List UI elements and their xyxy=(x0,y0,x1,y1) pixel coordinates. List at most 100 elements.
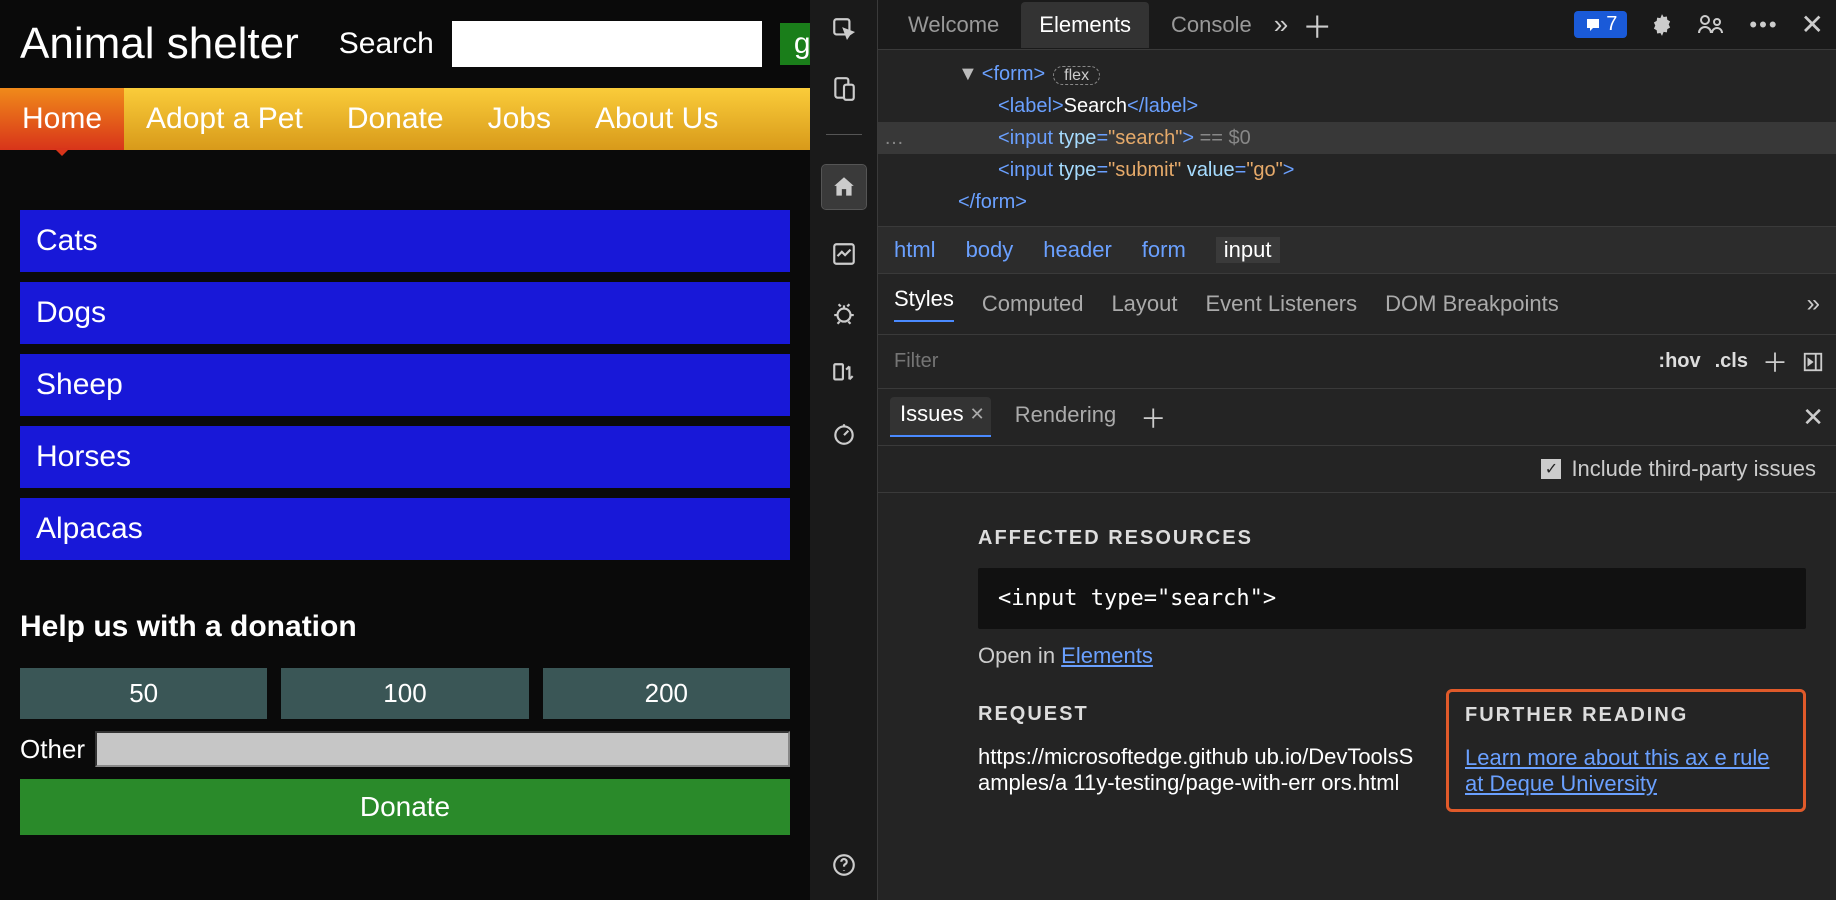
bug-icon[interactable] xyxy=(829,299,859,329)
help-icon[interactable] xyxy=(829,850,859,880)
issue-details: AFFECTED RESOURCES <input type="search">… xyxy=(878,493,1836,832)
dom-node[interactable]: <label>Search</label> xyxy=(958,90,1836,122)
open-in-elements-link[interactable]: Elements xyxy=(1061,643,1153,668)
donation-amount-button[interactable]: 50 xyxy=(20,668,267,719)
nav-item-adopt[interactable]: Adopt a Pet xyxy=(124,88,325,150)
search-input[interactable] xyxy=(452,21,762,67)
drawer-tab-issues[interactable]: Issues ✕ xyxy=(890,397,991,437)
website-pane: Animal shelter Search go Home Adopt a Pe… xyxy=(0,0,810,900)
styles-filter-input[interactable] xyxy=(890,346,1644,377)
donate-button[interactable]: Donate xyxy=(20,779,790,835)
home-tool-icon[interactable] xyxy=(822,165,866,209)
crumb-form[interactable]: form xyxy=(1142,237,1186,263)
donation-amount-button[interactable]: 100 xyxy=(281,668,528,719)
tab-console[interactable]: Console xyxy=(1153,2,1270,48)
hov-toggle[interactable]: :hov xyxy=(1658,350,1700,373)
subtab-event-listeners[interactable]: Event Listeners xyxy=(1206,291,1358,317)
ellipsis-icon: … xyxy=(884,122,904,154)
subtab-layout[interactable]: Layout xyxy=(1111,291,1177,317)
further-reading-heading: FURTHER READING xyxy=(1465,704,1787,727)
more-tabs-icon[interactable]: » xyxy=(1274,9,1288,40)
donation-other-row: Other xyxy=(20,731,790,767)
toggle-sidebar-icon[interactable] xyxy=(1802,351,1824,373)
donation-amount-button[interactable]: 200 xyxy=(543,668,790,719)
nav-item-home[interactable]: Home xyxy=(0,88,124,150)
close-drawer-icon[interactable]: ✕ xyxy=(1802,402,1824,433)
network-conditions-icon[interactable] xyxy=(829,359,859,389)
list-item[interactable]: Sheep xyxy=(20,354,790,416)
donation-heading: Help us with a donation xyxy=(20,610,790,644)
crumb-header[interactable]: header xyxy=(1043,237,1112,263)
styles-toolbar: :hov .cls ＋ xyxy=(878,335,1836,389)
close-icon[interactable]: ✕ xyxy=(1801,8,1824,41)
more-subtabs-icon[interactable]: » xyxy=(1807,290,1820,318)
divider xyxy=(826,134,862,135)
devtools-tab-bar: Welcome Elements Console » ＋ 7 ••• ✕ xyxy=(878,0,1836,50)
nav-item-about[interactable]: About Us xyxy=(573,88,740,150)
devtools-toolbar xyxy=(810,0,878,900)
subtab-computed[interactable]: Computed xyxy=(982,291,1084,317)
three-d-view-icon[interactable] xyxy=(829,239,859,269)
breadcrumb: html body header form input xyxy=(878,226,1836,274)
dom-node[interactable]: <input type="submit" value="go"> xyxy=(958,154,1836,186)
performance-icon[interactable] xyxy=(829,419,859,449)
dom-node-selected[interactable]: … <input type="search"> == $0 xyxy=(878,122,1836,154)
main-nav: Home Adopt a Pet Donate Jobs About Us xyxy=(0,88,810,150)
list-item[interactable]: Horses xyxy=(20,426,790,488)
request-url: https://microsoftedge.github ub.io/DevTo… xyxy=(978,744,1416,796)
donation-amount-row: 50 100 200 xyxy=(20,668,790,719)
request-heading: REQUEST xyxy=(978,703,1416,726)
issues-options-bar: ✓ Include third-party issues xyxy=(878,446,1836,493)
third-party-label: Include third-party issues xyxy=(1571,456,1816,482)
subtab-dom-breakpoints[interactable]: DOM Breakpoints xyxy=(1385,291,1559,317)
search-label: Search xyxy=(339,27,434,61)
styles-tab-bar: Styles Computed Layout Event Listeners D… xyxy=(878,274,1836,335)
site-header: Animal shelter Search go xyxy=(0,0,810,88)
tab-elements[interactable]: Elements xyxy=(1021,2,1149,48)
dom-node[interactable]: ▼<form>flex xyxy=(958,58,1836,90)
crumb-input[interactable]: input xyxy=(1216,237,1280,263)
further-reading-link[interactable]: Learn more about this ax e rule at Deque… xyxy=(1465,745,1787,797)
list-item[interactable]: Dogs xyxy=(20,282,790,344)
new-style-rule-icon[interactable]: ＋ xyxy=(1762,343,1788,380)
disclosure-triangle-icon[interactable]: ▼ xyxy=(958,63,978,85)
dom-node[interactable]: </form> xyxy=(958,186,1836,218)
nav-item-jobs[interactable]: Jobs xyxy=(466,88,573,150)
close-tab-icon[interactable]: ✕ xyxy=(970,404,985,425)
subtab-styles[interactable]: Styles xyxy=(894,286,954,322)
list-item[interactable]: Cats xyxy=(20,210,790,272)
dom-tree[interactable]: ▼<form>flex <label>Search</label> … <inp… xyxy=(878,50,1836,226)
issues-count-badge[interactable]: 7 xyxy=(1574,11,1627,38)
affected-resources-heading: AFFECTED RESOURCES xyxy=(978,527,1806,550)
donation-section: Help us with a donation 50 100 200 Other… xyxy=(0,580,810,835)
further-reading-box: FURTHER READING Learn more about this ax… xyxy=(1446,689,1806,812)
gear-icon[interactable] xyxy=(1649,12,1675,38)
request-section: REQUEST https://microsoftedge.github ub.… xyxy=(978,689,1416,812)
tab-welcome[interactable]: Welcome xyxy=(890,2,1017,48)
console-reference: == $0 xyxy=(1200,127,1251,149)
add-tab-icon[interactable]: ＋ xyxy=(1302,3,1332,47)
crumb-html[interactable]: html xyxy=(894,237,936,263)
affected-code-block[interactable]: <input type="search"> xyxy=(978,568,1806,629)
nav-item-donate[interactable]: Donate xyxy=(325,88,466,150)
more-icon[interactable]: ••• xyxy=(1749,12,1778,38)
feedback-icon[interactable] xyxy=(1697,12,1727,38)
cls-toggle[interactable]: .cls xyxy=(1715,350,1748,373)
device-toggle-icon[interactable] xyxy=(829,74,859,104)
drawer-tab-bar: Issues ✕ Rendering ＋ ✕ xyxy=(878,389,1836,446)
donation-other-label: Other xyxy=(20,734,85,765)
site-title: Animal shelter xyxy=(20,20,299,68)
inspect-element-icon[interactable] xyxy=(829,14,859,44)
flex-badge[interactable]: flex xyxy=(1053,66,1100,85)
list-item[interactable]: Alpacas xyxy=(20,498,790,560)
third-party-checkbox[interactable]: ✓ xyxy=(1541,459,1561,479)
animal-list: Cats Dogs Sheep Horses Alpacas xyxy=(0,150,810,580)
search-form: Search go xyxy=(339,21,841,67)
open-in-row: Open in Elements xyxy=(978,643,1806,669)
drawer-tab-rendering[interactable]: Rendering xyxy=(1011,398,1121,436)
add-drawer-tab-icon[interactable]: ＋ xyxy=(1140,399,1166,436)
issues-count: 7 xyxy=(1606,13,1617,36)
crumb-body[interactable]: body xyxy=(966,237,1014,263)
devtools-pane: Welcome Elements Console » ＋ 7 ••• ✕ xyxy=(810,0,1836,900)
donation-other-input[interactable] xyxy=(95,731,790,767)
